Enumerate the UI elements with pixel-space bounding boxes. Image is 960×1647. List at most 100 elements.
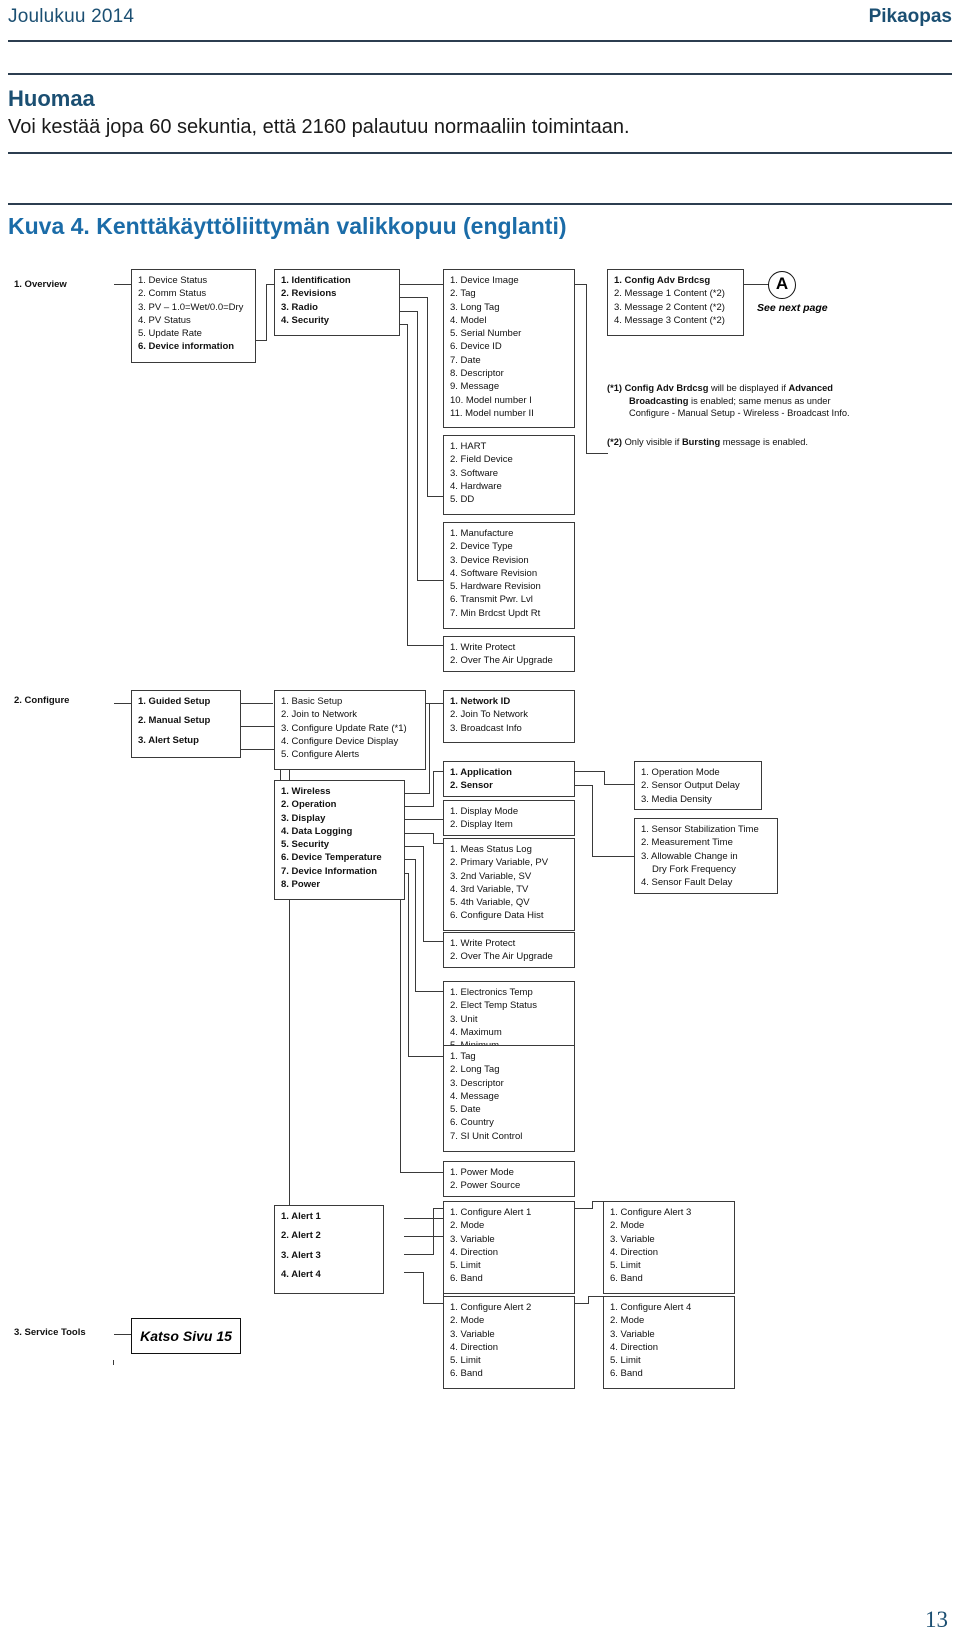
- list-item: 5. 4th Variable, QV: [450, 897, 530, 909]
- connector: [408, 873, 410, 1057]
- box-manual-setup[interactable]: 1. Wireless 2. Operation 3. Display 4. D…: [274, 780, 405, 900]
- connector: [588, 1296, 604, 1298]
- box-wireless[interactable]: 1. Network ID 2. Join To Network 3. Broa…: [443, 690, 575, 743]
- box-config-adv-brdcsg[interactable]: 1. Config Adv Brdcsg 2. Message 1 Conten…: [607, 269, 744, 336]
- box-alert-2[interactable]: 1. Configure Alert 2 2. Mode 3. Variable…: [443, 1296, 575, 1389]
- box-configure-root[interactable]: 2. Configure: [8, 690, 114, 716]
- list-item: 4. Software Revision: [450, 567, 538, 579]
- footnote-1-bold: Advanced: [788, 383, 833, 393]
- list-item: 2. Manual Setup: [138, 715, 211, 727]
- connector: [407, 324, 409, 646]
- list-item: 4. Hardware: [450, 480, 502, 492]
- list-item: 2. Device Type: [450, 541, 513, 553]
- see-next-page-caption: See next page: [757, 302, 828, 314]
- list-item: 2. Comm Status: [138, 288, 207, 300]
- service-tools-target-label: Katso Sivu 15: [140, 1328, 232, 1344]
- box-service-tools-root[interactable]: 3. Service Tools: [8, 1322, 114, 1348]
- box-revisions[interactable]: 1. HART 2. Field Device 3. Software 4. H…: [443, 435, 575, 515]
- list-item: 6. Device Temperature: [281, 852, 382, 864]
- list-item: 2. Mode: [450, 1220, 485, 1232]
- footnote-2: (*2) Only visible if Bursting message is…: [607, 436, 937, 449]
- list-item: 3. Long Tag: [450, 301, 500, 313]
- box-sensor[interactable]: 1. Sensor Stabilization Time 2. Measurem…: [634, 818, 778, 894]
- list-item: 1. HART: [450, 441, 487, 452]
- box-power[interactable]: 1. Power Mode 2. Power Source: [443, 1161, 575, 1197]
- connector: [241, 703, 273, 705]
- box-alert-1[interactable]: 1. Configure Alert 1 2. Mode 3. Variable…: [443, 1201, 575, 1294]
- box-guided-setup[interactable]: 1. Basic Setup 2. Join to Network 3. Con…: [274, 690, 426, 770]
- list-item: 3. Display: [281, 812, 326, 824]
- box-data-logging[interactable]: 1. Meas Status Log 2. Primary Variable, …: [443, 838, 575, 931]
- connector: [423, 941, 444, 943]
- box-alert-3[interactable]: 1. Configure Alert 3 2. Mode 3. Variable…: [603, 1201, 735, 1294]
- list-item: 5. Serial Number: [450, 328, 522, 340]
- list-item: 3. Media Density: [641, 793, 712, 805]
- box-service-tools-target[interactable]: Katso Sivu 15: [131, 1318, 241, 1354]
- list-item: 1. Electronics Temp: [450, 987, 533, 998]
- connector: [604, 784, 635, 786]
- connector: [404, 1272, 424, 1274]
- list-item: 5. Security: [281, 839, 330, 851]
- list-item: 4. 3rd Variable, TV: [450, 883, 529, 895]
- list-item: 1. Configure Alert 3: [610, 1207, 692, 1218]
- list-item: 1. Display Mode: [450, 806, 519, 817]
- box-radio[interactable]: 1. Manufacture 2. Device Type 3. Device …: [443, 522, 575, 629]
- box-overview-menu[interactable]: 1. Device Status 2. Comm Status 3. PV – …: [131, 269, 256, 363]
- list-item: 3. Configure Update Rate (*1): [281, 722, 407, 734]
- box-overview-root[interactable]: 1. Overview: [8, 270, 114, 1360]
- box-alert-4[interactable]: 1. Configure Alert 4 2. Mode 3. Variable…: [603, 1296, 735, 1389]
- connector: [423, 846, 425, 942]
- connector: [404, 1236, 444, 1238]
- connector: [423, 1272, 425, 1304]
- list-item: 5. Update Rate: [138, 328, 202, 340]
- box-device-information-configure[interactable]: 1. Tag 2. Long Tag 3. Descriptor 4. Mess…: [443, 1045, 575, 1152]
- list-item: 4. Security: [281, 314, 330, 326]
- list-item: 4. Message: [450, 1090, 500, 1102]
- list-item: 6. Band: [610, 1273, 643, 1285]
- list-item: 1. Device Status: [138, 275, 208, 286]
- box-identification[interactable]: 1. Device Image 2. Tag 3. Long Tag 4. Mo…: [443, 269, 575, 428]
- connector: [113, 284, 132, 286]
- list-item: 4. Message 3 Content (*2): [614, 314, 725, 326]
- list-item: 1. Operation Mode: [641, 767, 720, 778]
- connector: [400, 311, 418, 313]
- list-item: 1. Wireless: [281, 786, 331, 797]
- box-application[interactable]: 1. Operation Mode 2. Sensor Output Delay…: [634, 761, 762, 810]
- header-date: Joulukuu 2014: [8, 6, 135, 27]
- list-item: 3. Software: [450, 467, 499, 479]
- list-item: 4. Direction: [450, 1341, 499, 1353]
- figure-rule-top: [8, 203, 952, 205]
- list-item: 1. Application: [450, 767, 512, 778]
- configure-root-label: 2. Configure: [14, 695, 70, 706]
- box-operation[interactable]: 1. Application 2. Sensor: [443, 761, 575, 797]
- list-item: 8. Power: [281, 879, 321, 891]
- connector: [433, 771, 435, 807]
- list-item: 1. Power Mode: [450, 1167, 514, 1178]
- connector: [400, 886, 402, 1173]
- list-item: 2. Display Item: [450, 819, 513, 831]
- connector: [400, 284, 444, 286]
- list-item: 6. Country: [450, 1117, 494, 1129]
- list-item: Dry Fork Frequency: [652, 863, 736, 875]
- list-item: 5. DD: [450, 494, 475, 506]
- box-display[interactable]: 1. Display Mode 2. Display Item: [443, 800, 575, 836]
- footnote-1-text: will be displayed if: [708, 383, 789, 393]
- list-item: 3. Broadcast Info: [450, 722, 522, 734]
- box-security-configure[interactable]: 1. Write Protect 2. Over The Air Upgrade: [443, 932, 575, 968]
- list-item: 4. Configure Device Display: [281, 735, 399, 747]
- list-item: 2. Tag: [450, 288, 476, 300]
- list-item: 11. Model number II: [450, 407, 534, 419]
- list-item: 4. Maximum: [450, 1026, 502, 1038]
- connector: [404, 1254, 434, 1256]
- list-item: 4. Data Logging: [281, 825, 353, 837]
- box-security-overview[interactable]: 1. Write Protect 2. Over The Air Upgrade: [443, 636, 575, 672]
- footnote-1-text3: Configure - Manual Setup - Wireless - Br…: [629, 408, 850, 419]
- list-item: 1. Guided Setup: [138, 696, 211, 707]
- list-item: 5. Configure Alerts: [281, 749, 360, 761]
- footnote-1-bold2: Broadcasting: [629, 395, 689, 406]
- box-alert-setup[interactable]: 1. Alert 1 2. Alert 2 3. Alert 3 4. Aler…: [274, 1205, 384, 1294]
- box-configure-menu[interactable]: 1. Guided Setup 2. Manual Setup 3. Alert…: [131, 690, 241, 758]
- list-item: 2. Primary Variable, PV: [450, 857, 549, 869]
- box-device-information[interactable]: 1. Identification 2. Revisions 3. Radio …: [274, 269, 400, 336]
- list-item: 2. Over The Air Upgrade: [450, 655, 553, 667]
